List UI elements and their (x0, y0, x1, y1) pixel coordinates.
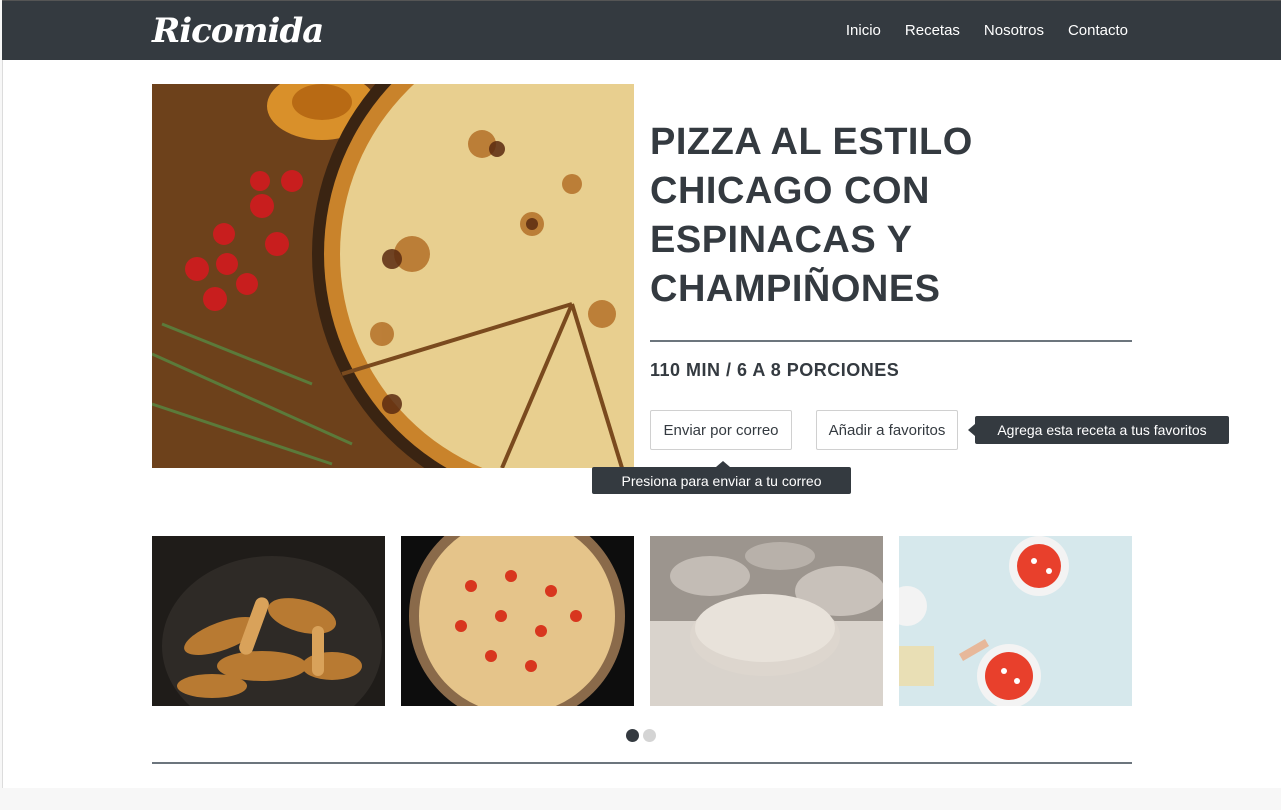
title-divider (650, 340, 1132, 342)
gallery-thumb-dough[interactable] (650, 536, 883, 706)
send-email-button[interactable]: Enviar por correo (650, 410, 792, 450)
nav-links: Inicio Recetas Nosotros Contacto (846, 20, 1128, 42)
bottom-divider (152, 762, 1132, 764)
nav-link-recetas[interactable]: Recetas (905, 20, 960, 42)
gallery-thumb-mushrooms[interactable] (152, 536, 385, 706)
nav-link-contacto[interactable]: Contacto (1068, 20, 1128, 42)
recipe-meta: 110 MIN / 6 A 8 PORCIONES (650, 360, 900, 380)
brand-logo[interactable]: Ricomida (152, 10, 324, 52)
carousel-dots (626, 729, 656, 742)
recipe-title: PIZZA AL ESTILO CHICAGO CON ESPINACAS Y … (650, 121, 973, 310)
email-tooltip: Presiona para enviar a tu correo (592, 461, 851, 494)
navbar: Ricomida Inicio Recetas Nosotros Contact… (2, 0, 1281, 60)
hero-pizza-image (152, 84, 634, 468)
favorite-tooltip: Agrega esta receta a tus favoritos (968, 416, 1229, 444)
gallery-thumb-pizza-oven[interactable] (401, 536, 634, 706)
carousel-dot-1[interactable] (626, 729, 639, 742)
nav-link-nosotros[interactable]: Nosotros (984, 20, 1044, 42)
add-favorite-button[interactable]: Añadir a favoritos (816, 410, 958, 450)
carousel-dot-2[interactable] (643, 729, 656, 742)
nav-link-inicio[interactable]: Inicio (846, 20, 881, 42)
gallery-thumb-topping-pizzas[interactable] (899, 536, 1132, 706)
